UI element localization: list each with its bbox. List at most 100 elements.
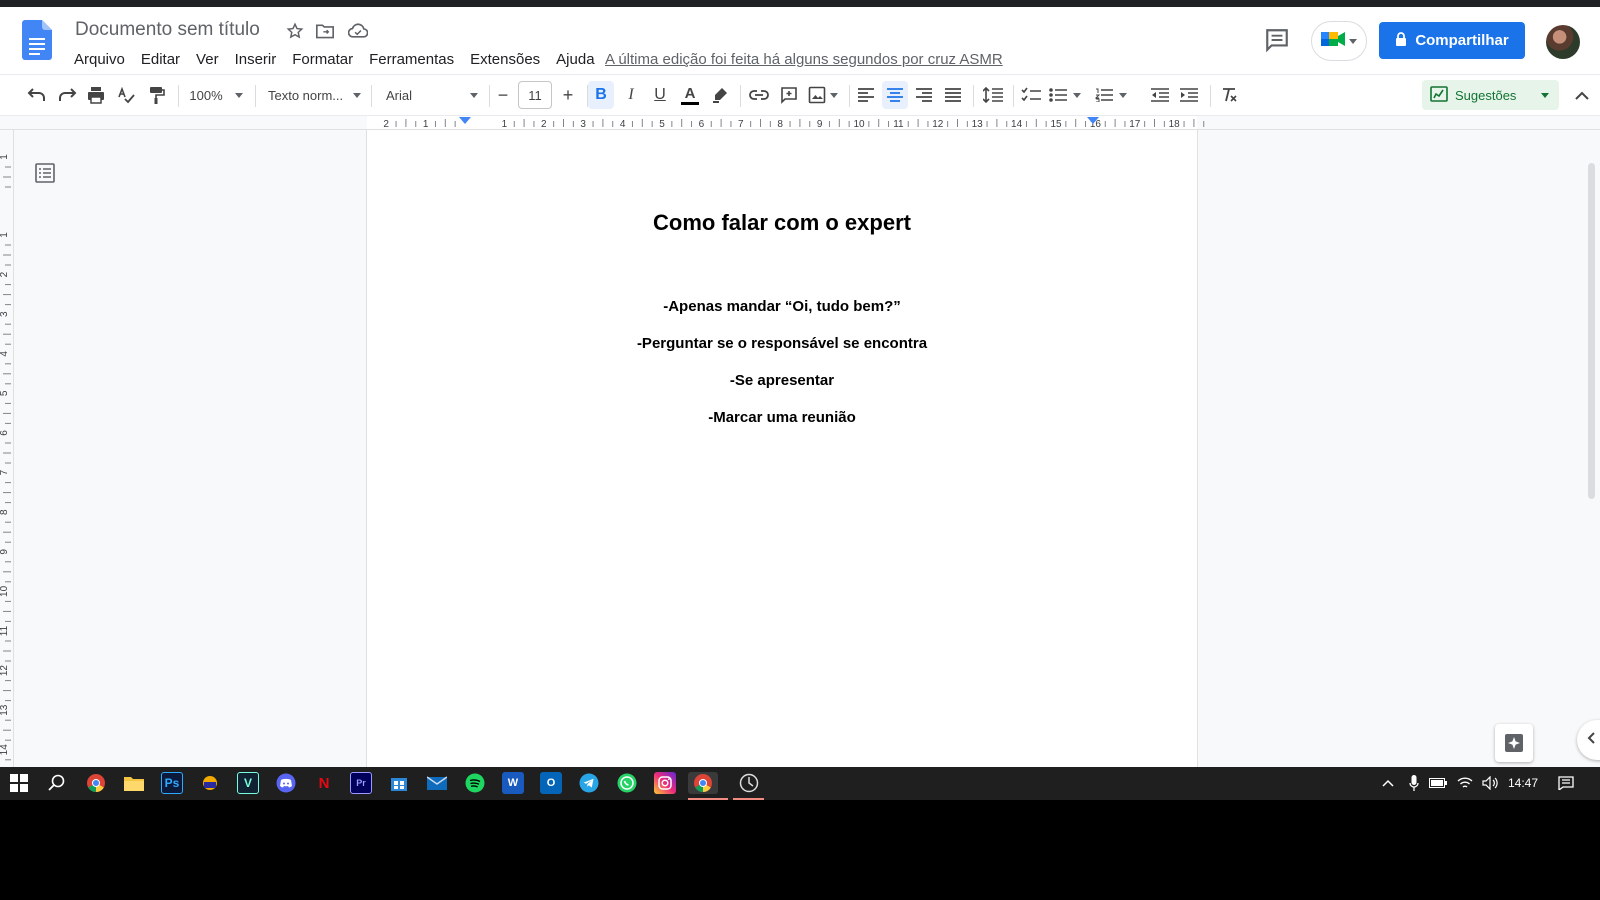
vertical-scrollbar[interactable]: [1588, 163, 1595, 499]
doc-title[interactable]: Documento sem título: [75, 19, 260, 41]
align-center-icon[interactable]: [882, 81, 908, 109]
menu-ver[interactable]: Ver: [188, 48, 227, 72]
share-button[interactable]: Compartilhar: [1379, 22, 1525, 59]
text-color-icon[interactable]: A: [677, 81, 703, 109]
netflix-icon[interactable]: N: [313, 772, 335, 794]
redo-icon[interactable]: [54, 81, 80, 109]
menu-inserir[interactable]: Inserir: [227, 48, 285, 72]
wifi-icon[interactable]: [1455, 773, 1475, 793]
clock-app-icon[interactable]: [738, 772, 760, 794]
comments-icon[interactable]: [1264, 27, 1292, 55]
premiere-icon[interactable]: Pr: [350, 772, 372, 794]
document-line[interactable]: -Perguntar se o responsável se encontra: [367, 335, 1197, 352]
collapse-menus-icon[interactable]: [1570, 81, 1594, 109]
highlight-icon[interactable]: [707, 81, 733, 109]
add-comment-icon[interactable]: [776, 81, 802, 109]
bold-icon[interactable]: B: [588, 81, 614, 109]
toolbar-divider: [255, 85, 256, 107]
photoshop-icon[interactable]: Ps: [161, 772, 183, 794]
meet-button[interactable]: [1311, 21, 1367, 61]
active-app-indicator: [733, 798, 764, 800]
style-select[interactable]: Texto norm...: [266, 81, 364, 109]
font-size-input[interactable]: 11: [518, 81, 552, 109]
chevron-down-icon: [470, 92, 478, 98]
paint-format-icon[interactable]: [143, 81, 169, 109]
outlook-icon[interactable]: O: [540, 772, 562, 794]
browser-top-strip: [0, 0, 1600, 7]
document-line[interactable]: -Apenas mandar “Oi, tudo bem?”: [367, 298, 1197, 315]
cloud-status-icon[interactable]: [346, 19, 370, 43]
instagram-icon[interactable]: [654, 772, 676, 794]
document-line[interactable]: -Se apresentar: [367, 372, 1197, 389]
ruler-label: 6: [699, 119, 705, 130]
chevron-down-icon: [1073, 92, 1081, 98]
print-icon[interactable]: [83, 81, 109, 109]
checklist-icon[interactable]: [1018, 81, 1044, 109]
spellcheck-icon[interactable]: [113, 81, 139, 109]
volume-icon[interactable]: [1480, 773, 1500, 793]
underline-icon[interactable]: U: [647, 81, 673, 109]
move-folder-icon[interactable]: [313, 19, 337, 43]
app-icon[interactable]: [199, 772, 221, 794]
menu-ferramentas[interactable]: Ferramentas: [361, 48, 462, 72]
star-icon[interactable]: [283, 19, 307, 43]
battery-icon[interactable]: [1428, 773, 1448, 793]
menu-arquivo[interactable]: Arquivo: [66, 48, 133, 72]
link-icon[interactable]: [746, 81, 772, 109]
docs-logo-icon[interactable]: [22, 20, 52, 60]
store-icon[interactable]: [388, 772, 410, 794]
spotify-icon[interactable]: [464, 772, 486, 794]
ruler-label: 9: [0, 549, 10, 555]
editing-mode-select[interactable]: Sugestões: [1422, 80, 1559, 110]
undo-icon[interactable]: [24, 81, 50, 109]
menu-editar[interactable]: Editar: [133, 48, 188, 72]
font-size-decrease-button[interactable]: −: [492, 81, 514, 109]
line-spacing-icon[interactable]: [980, 81, 1006, 109]
explore-icon[interactable]: [1495, 724, 1533, 762]
document-page[interactable]: Como falar com o expert -Apenas mandar “…: [367, 130, 1197, 767]
search-icon[interactable]: [46, 772, 68, 794]
justify-icon[interactable]: [940, 81, 966, 109]
document-line[interactable]: -Marcar uma reunião: [367, 409, 1197, 426]
menu-ajuda[interactable]: Ajuda: [548, 48, 602, 72]
insert-image-button[interactable]: [805, 81, 841, 109]
vegas-icon[interactable]: V: [237, 772, 259, 794]
decrease-indent-icon[interactable]: [1147, 81, 1173, 109]
vertical-ruler[interactable]: 1 1 2 3 4 5 6 7 8 9 10 11 12 13 14: [0, 130, 14, 781]
document-heading[interactable]: Como falar com o expert: [367, 210, 1197, 236]
align-right-icon[interactable]: [911, 81, 937, 109]
clear-formatting-icon[interactable]: [1216, 81, 1242, 109]
microphone-icon[interactable]: [1404, 773, 1424, 793]
whatsapp-icon[interactable]: [616, 772, 638, 794]
telegram-icon[interactable]: [578, 772, 600, 794]
menu-formatar[interactable]: Formatar: [284, 48, 361, 72]
mail-icon[interactable]: [426, 772, 448, 794]
chevron-up-icon[interactable]: [1378, 773, 1398, 793]
menu-extensoes[interactable]: Extensões: [462, 48, 548, 72]
last-edit-link[interactable]: A última edição foi feita há alguns segu…: [605, 51, 1003, 68]
meet-icon: [1321, 29, 1347, 54]
windows-start-icon[interactable]: [8, 772, 30, 794]
chrome-icon[interactable]: [85, 772, 107, 794]
chevron-down-icon: [353, 92, 362, 98]
increase-indent-icon[interactable]: [1176, 81, 1202, 109]
document-outline-icon[interactable]: [34, 162, 60, 188]
file-explorer-icon[interactable]: [123, 772, 145, 794]
taskbar-clock[interactable]: 14:47: [1508, 776, 1538, 790]
ruler-label: 17: [1129, 119, 1141, 130]
font-select[interactable]: Arial: [386, 81, 482, 109]
align-left-icon[interactable]: [853, 81, 879, 109]
notifications-icon[interactable]: [1556, 773, 1576, 793]
zoom-select[interactable]: 100%: [186, 81, 246, 109]
avatar[interactable]: [1546, 25, 1580, 59]
toolbar-divider: [371, 85, 372, 107]
italic-icon[interactable]: I: [618, 81, 644, 109]
chrome-active-icon[interactable]: [688, 772, 718, 794]
font-size-increase-button[interactable]: +: [557, 81, 579, 109]
chevron-down-icon: [1541, 92, 1549, 98]
numbered-list-button[interactable]: [1093, 81, 1129, 109]
bulleted-list-button[interactable]: [1047, 81, 1083, 109]
horizontal-ruler[interactable]: 2 1 1 2 3 4 5 6 7 8 9 10 11 12 13 14 15 16 17 18: [0, 116, 1600, 130]
word-icon[interactable]: W: [502, 772, 524, 794]
discord-icon[interactable]: [275, 772, 297, 794]
